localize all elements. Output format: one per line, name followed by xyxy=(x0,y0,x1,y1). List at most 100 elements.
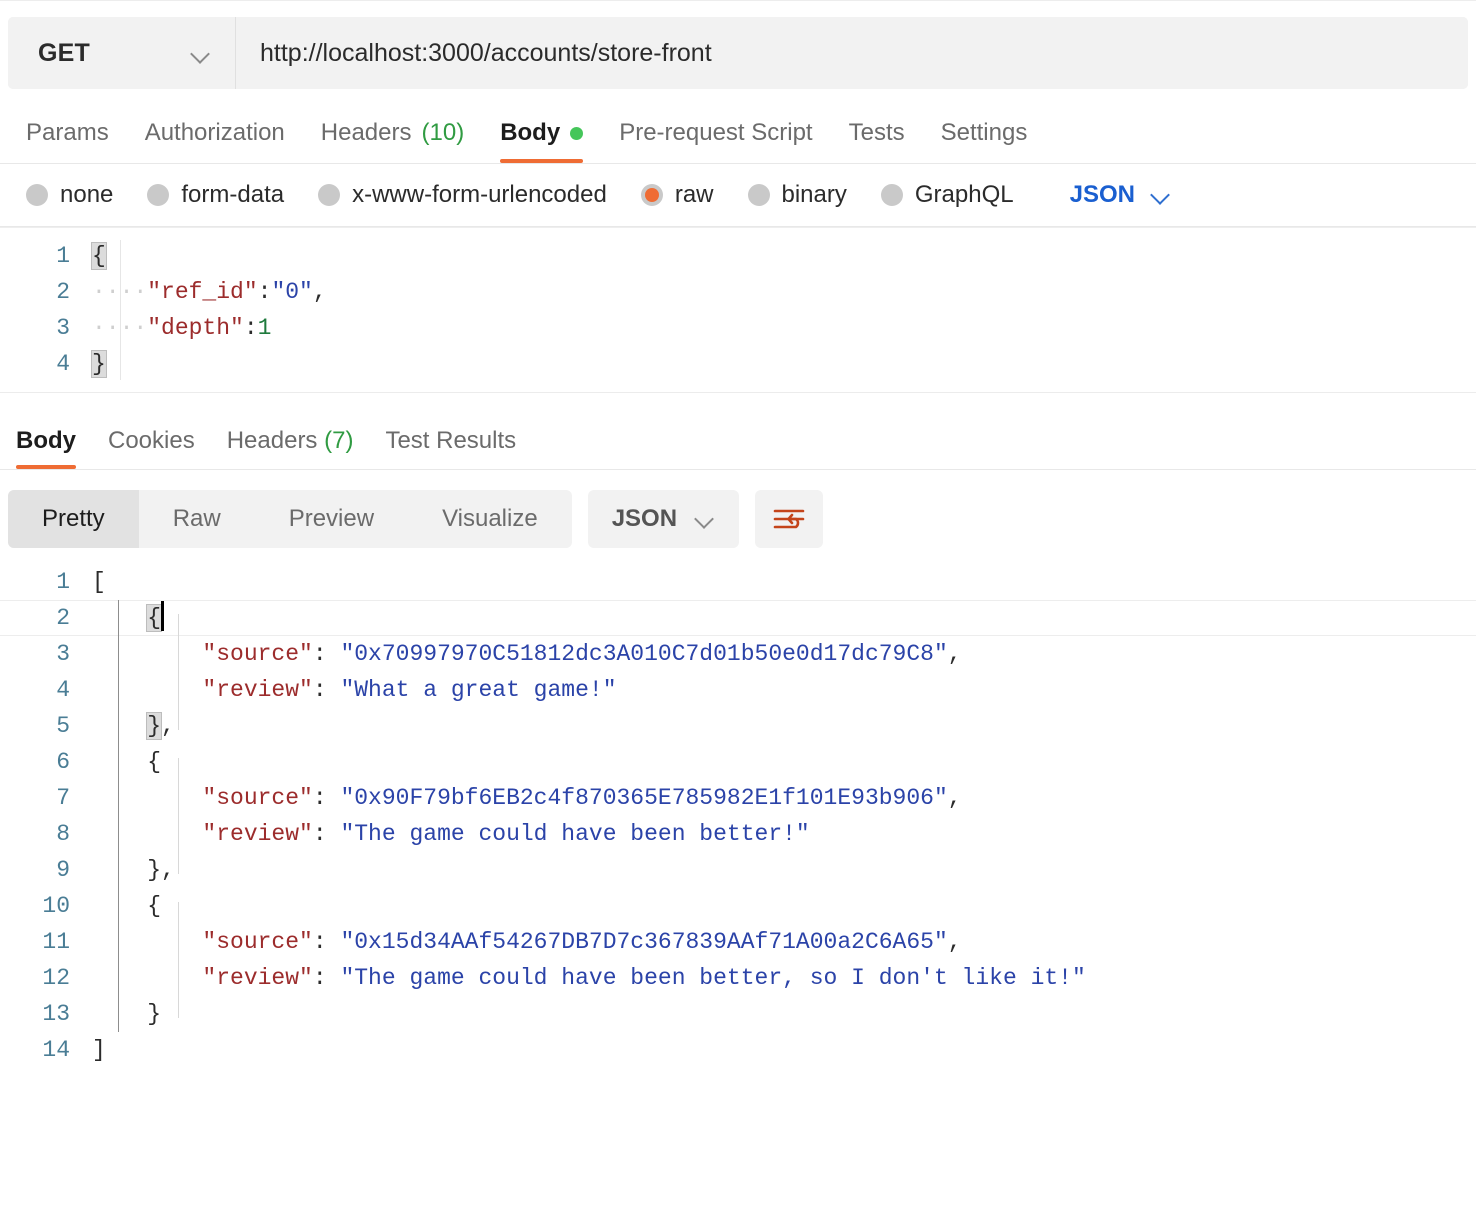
line-number: 3 xyxy=(56,641,70,667)
body-type-binary[interactable]: binary xyxy=(747,181,847,209)
url-bar: GET http://localhost:3000/accounts/store… xyxy=(8,17,1468,89)
code-line-text: } xyxy=(91,346,1476,382)
token-punc: , xyxy=(947,929,962,955)
token-ws xyxy=(92,749,147,775)
line-number: 5 xyxy=(56,713,70,739)
token-punc: { xyxy=(147,749,162,775)
token-str: "The game could have been better!" xyxy=(340,821,810,847)
body-type-none[interactable]: none xyxy=(26,181,113,209)
request-tab-tests[interactable]: Tests xyxy=(831,113,923,163)
response-view-pretty[interactable]: Pretty xyxy=(8,490,139,548)
token-key: "review" xyxy=(202,677,313,703)
token-str: "0x15d34AAf54267DB7D7c367839AAf71A00a2C6… xyxy=(340,929,948,955)
request-tab-body[interactable]: Body xyxy=(482,113,601,163)
token-brace: } xyxy=(146,712,163,740)
code-line: 10 { xyxy=(0,888,1476,924)
request-body-editor[interactable]: 1{2 ····"ref_id":"0", 3 ····"depth":1 4} xyxy=(0,227,1476,393)
response-tabs: Body Cookies Headers (7) Test Results xyxy=(0,415,1476,469)
code-line-text: "source": "0x15d34AAf54267DB7D7c367839AA… xyxy=(92,924,1476,960)
code-line-text: { xyxy=(92,888,1476,924)
token-punc: [ xyxy=(92,569,106,595)
response-view-preview[interactable]: Preview xyxy=(255,490,408,548)
code-line: 8 "review": "The game could have been be… xyxy=(0,816,1476,852)
request-tab-authorization[interactable]: Authorization xyxy=(127,113,303,163)
radio-icon[interactable] xyxy=(147,184,170,206)
body-type-label: GraphQL xyxy=(914,181,1014,208)
token-punc: } xyxy=(147,857,162,883)
radio-icon[interactable] xyxy=(747,184,770,206)
token-punc: , xyxy=(947,641,962,667)
body-type-radio-group: none form-data x-www-form-urlencoded raw bin… xyxy=(0,164,1476,226)
body-format-select[interactable]: JSON xyxy=(1070,181,1171,209)
wrap-lines-button[interactable] xyxy=(755,490,824,548)
response-tab-body[interactable]: Body xyxy=(8,423,92,469)
token-punc: ] xyxy=(92,1037,106,1063)
body-type-form-data[interactable]: form-data xyxy=(147,181,284,209)
token-key: "review" xyxy=(202,965,313,991)
code-line-text: { xyxy=(92,744,1476,780)
line-number: 8 xyxy=(56,821,70,847)
code-line: 14] xyxy=(0,1032,1476,1068)
code-line-text: "source": "0x70997970C51812dc3A010C7d01b… xyxy=(92,636,1476,672)
radio-icon[interactable] xyxy=(318,184,341,206)
code-line: 2 ····"ref_id":"0", xyxy=(0,274,1476,310)
line-number: 13 xyxy=(42,1001,70,1027)
postman-request-response-pane: GET http://localhost:3000/accounts/store… xyxy=(0,0,1476,1208)
http-method-select[interactable]: GET xyxy=(8,17,236,89)
token-punc: , xyxy=(161,713,175,739)
code-line-text: ····"depth":1 xyxy=(92,310,1476,346)
line-number: 14 xyxy=(42,1037,70,1063)
code-line: 6 { xyxy=(0,744,1476,780)
line-number: 2 xyxy=(56,279,70,305)
response-tab-label: Body xyxy=(16,427,76,454)
token-num: 1 xyxy=(257,315,272,341)
response-view-visualize[interactable]: Visualize xyxy=(408,490,572,548)
token-str: "The game could have been better, so I d… xyxy=(340,965,1086,991)
token-punc: : xyxy=(312,965,341,991)
token-ws xyxy=(92,605,147,631)
token-ws: ···· xyxy=(92,315,148,341)
token-punc: } xyxy=(147,1001,162,1027)
token-punc: : xyxy=(312,785,341,811)
body-type-raw[interactable]: raw xyxy=(640,181,714,209)
request-tab-headers[interactable]: Headers (10) xyxy=(303,113,482,163)
code-line-text: "review": "The game could have been bett… xyxy=(92,960,1476,996)
radio-icon[interactable] xyxy=(640,184,663,206)
code-line-text: ····"ref_id":"0", xyxy=(92,274,1476,310)
response-tab-cookies[interactable]: Cookies xyxy=(92,423,211,469)
chevron-down-icon xyxy=(695,509,715,529)
radio-icon[interactable] xyxy=(880,184,903,206)
response-format-select[interactable]: JSON xyxy=(587,490,740,548)
response-tabs-divider xyxy=(0,469,1476,470)
token-brace: { xyxy=(146,604,163,632)
token-ws: ···· xyxy=(92,279,148,305)
body-type-graphql[interactable]: GraphQL xyxy=(880,181,1014,209)
code-line: 5 }, xyxy=(0,708,1476,744)
token-ws xyxy=(92,677,202,703)
request-tab-params[interactable]: Params xyxy=(8,113,127,163)
line-number: 3 xyxy=(56,315,70,341)
line-number: 10 xyxy=(42,893,70,919)
token-punc: : xyxy=(312,929,341,955)
response-tab-headers[interactable]: Headers (7) xyxy=(211,423,370,469)
body-present-indicator-icon xyxy=(570,126,584,140)
response-format-label: JSON xyxy=(611,505,678,532)
response-body-editor[interactable]: 1[2 {3 "source": "0x70997970C51812dc3A01… xyxy=(0,564,1476,1068)
chevron-down-icon xyxy=(191,43,211,63)
token-punc: , xyxy=(947,785,962,811)
request-tab-label: Headers xyxy=(320,119,412,146)
token-key: "source" xyxy=(202,929,313,955)
response-view-raw[interactable]: Raw xyxy=(139,490,255,548)
request-tab-settings[interactable]: Settings xyxy=(923,113,1046,163)
code-line: 13 } xyxy=(0,996,1476,1032)
line-number: 1 xyxy=(56,569,70,595)
request-tab-count: (10) xyxy=(421,119,465,146)
body-type-x-www-form-urlencoded[interactable]: x-www-form-urlencoded xyxy=(318,181,607,209)
request-tab-pre-request-script[interactable]: Pre-request Script xyxy=(601,113,830,163)
request-url-input[interactable]: http://localhost:3000/accounts/store-fro… xyxy=(236,17,1468,89)
wrap-lines-icon xyxy=(773,509,805,529)
body-format-label: JSON xyxy=(1069,181,1135,208)
radio-icon[interactable] xyxy=(26,184,48,206)
line-number: 7 xyxy=(56,785,70,811)
response-tab-test-results[interactable]: Test Results xyxy=(369,423,532,469)
